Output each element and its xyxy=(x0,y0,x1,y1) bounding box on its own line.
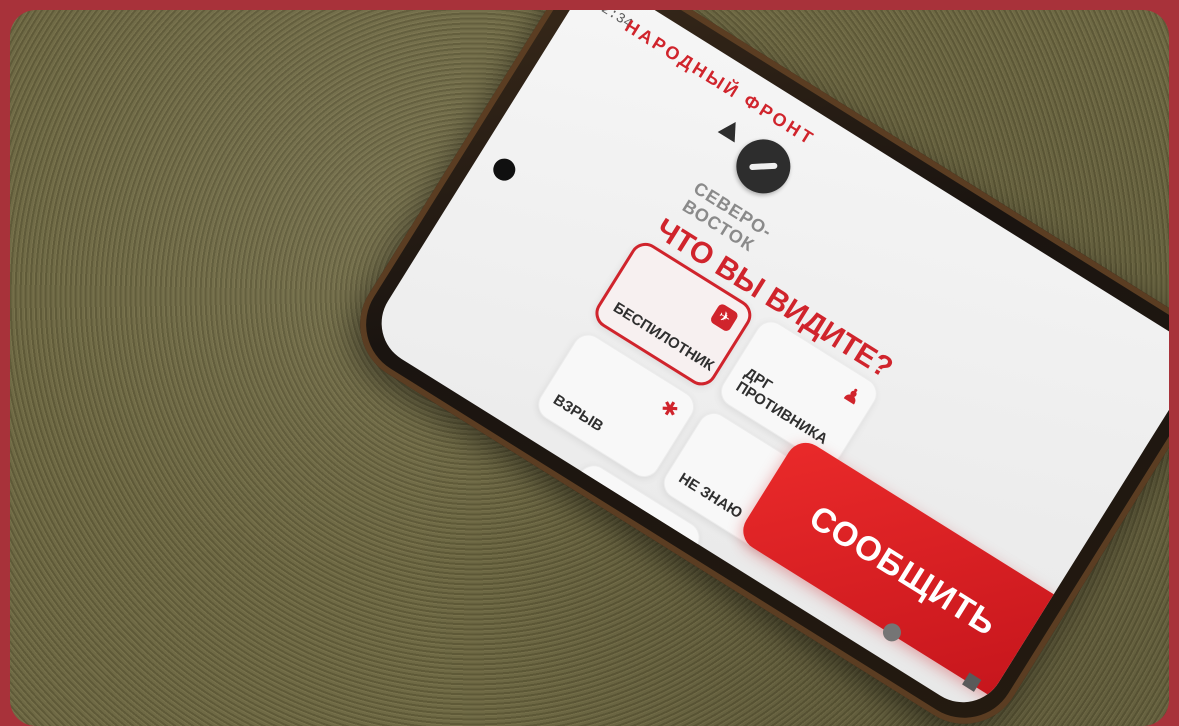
compass-needle-icon xyxy=(749,162,778,171)
phone-frame: 12:34 НАРОДНЫЙ ФРОНТ СЕВЕРО-ВОСТОК ЧТО В… xyxy=(338,10,1169,726)
option-label: НЕ ЗНАЮ xyxy=(675,469,746,523)
compass-icon xyxy=(726,129,801,204)
navigation-arrow-icon xyxy=(717,116,745,143)
front-camera-notch xyxy=(489,154,520,185)
explosion-icon: ✱ xyxy=(656,393,684,424)
rocket-icon: ➶ xyxy=(661,524,689,555)
option-label: ВЗРЫВ xyxy=(550,391,607,436)
option-label: РАКЕТА xyxy=(555,522,614,568)
phone-screen: 12:34 НАРОДНЫЙ ФРОНТ СЕВЕРО-ВОСТОК ЧТО В… xyxy=(365,10,1169,719)
photo-background: 12:34 НАРОДНЫЙ ФРОНТ СЕВЕРО-ВОСТОК ЧТО В… xyxy=(10,10,1169,726)
plane-icon: ✈ xyxy=(709,302,740,333)
soldier-icon: ♟ xyxy=(838,380,867,411)
